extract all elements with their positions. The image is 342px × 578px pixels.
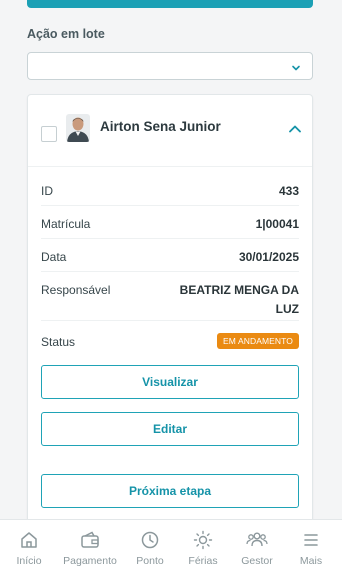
nav-label: Mais [299, 555, 323, 567]
detail-value: 433 [278, 184, 299, 198]
wallet-icon [80, 530, 100, 550]
nav-label: Férias [188, 555, 218, 567]
nav-item-inicio[interactable]: Início [12, 520, 46, 578]
next-step-button[interactable]: Próxima etapa [41, 474, 299, 508]
detail-row-matricula: Matrícula 1|00041 [41, 217, 299, 239]
card-header: Airton Sena Junior [28, 95, 312, 167]
nav-label: Gestor [241, 555, 273, 567]
status-label: Status [41, 335, 76, 349]
clock-icon [140, 530, 160, 550]
request-card: Airton Sena Junior ID 433 Matrícula 1|00… [27, 94, 313, 524]
view-button[interactable]: Visualizar [41, 365, 299, 399]
nav-item-ferias[interactable]: Férias [185, 520, 221, 578]
detail-label: Responsável [41, 283, 111, 297]
nav-label: Pagamento [63, 555, 117, 567]
nav-item-ponto[interactable]: Ponto [131, 520, 169, 578]
batch-action-label: Ação em lote [27, 27, 105, 41]
top-primary-button[interactable] [27, 0, 313, 8]
home-icon [19, 530, 39, 550]
detail-row-data: Data 30/01/2025 [41, 250, 299, 272]
detail-label: ID [41, 184, 53, 198]
detail-label: Data [41, 250, 67, 264]
batch-action-select[interactable] [27, 52, 313, 80]
bottom-navigation: Início Pagamento Ponto Férias Gestor Mai… [0, 519, 342, 578]
avatar [66, 114, 90, 142]
sun-icon [193, 530, 213, 550]
detail-row-responsavel: Responsável BEATRIZ MENGA DA LUZ [41, 283, 299, 321]
detail-value: BEATRIZ MENGA DA LUZ [179, 283, 299, 316]
nav-label: Ponto [136, 555, 164, 567]
chevron-down-icon [291, 60, 301, 78]
nav-item-gestor[interactable]: Gestor [238, 520, 276, 578]
employee-name: Airton Sena Junior [100, 119, 221, 134]
detail-row-status: Status EM ANDAMENTO [41, 333, 299, 355]
select-checkbox[interactable] [41, 126, 57, 142]
nav-label: Início [16, 555, 42, 567]
detail-value: 30/01/2025 [238, 250, 299, 264]
menu-icon [301, 530, 321, 550]
team-icon [246, 530, 268, 550]
detail-label: Matrícula [41, 217, 91, 231]
detail-value: 1|00041 [255, 217, 299, 231]
nav-item-mais[interactable]: Mais [296, 520, 326, 578]
detail-row-id: ID 433 [41, 184, 299, 206]
edit-button[interactable]: Editar [41, 412, 299, 446]
status-badge: EM ANDAMENTO [217, 333, 299, 349]
chevron-up-icon[interactable] [288, 121, 302, 139]
nav-item-pagamento[interactable]: Pagamento [60, 520, 120, 578]
